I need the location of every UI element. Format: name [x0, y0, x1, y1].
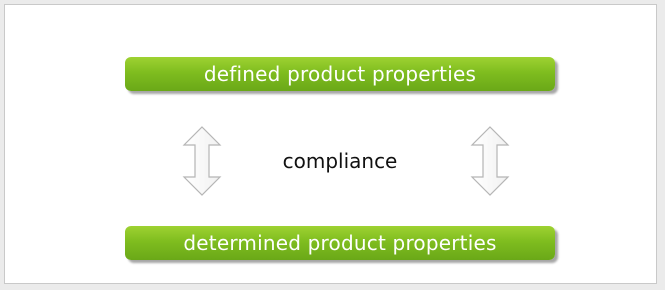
- determined-properties-box: determined product properties: [125, 226, 555, 260]
- double-headed-vertical-arrow-icon: [182, 126, 222, 196]
- defined-properties-box: defined product properties: [125, 57, 555, 91]
- compliance-label: compliance: [282, 149, 398, 173]
- diagram-frame: defined product properties compliance de…: [4, 4, 657, 284]
- double-headed-vertical-arrow-icon: [470, 126, 510, 196]
